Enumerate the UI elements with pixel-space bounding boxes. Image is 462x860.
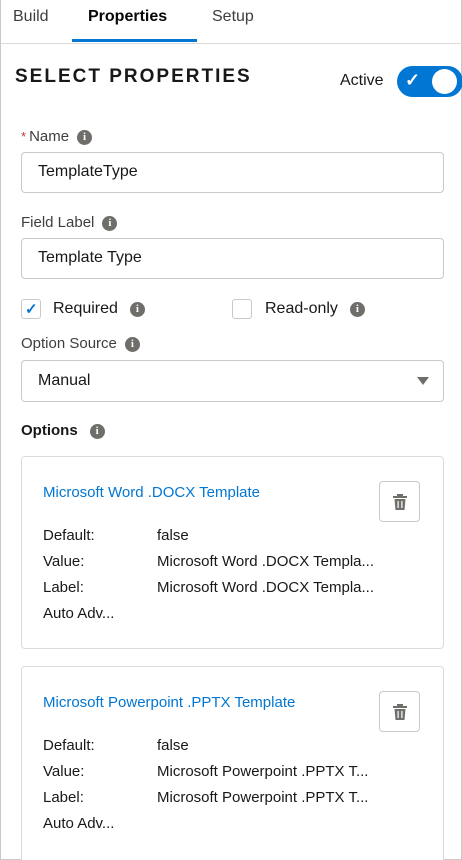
trash-icon [393,494,407,510]
info-icon[interactable]: i [77,130,93,145]
active-toggle-label: Active [340,72,384,89]
active-tab-indicator [72,39,197,42]
name-field-label: * Name i [21,128,93,145]
tab-build[interactable]: Build [13,8,49,26]
toggle-knob [432,69,457,94]
tab-properties[interactable]: Properties [88,8,167,26]
row-key: Default: [43,737,95,754]
option-value-row: Value: Microsoft Word .DOCX Templa... [43,553,374,570]
tab-bar: Build Properties Setup [1,0,462,44]
row-value: false [157,737,189,754]
option-label-row: Label: Microsoft Powerpoint .PPTX T... [43,789,368,806]
row-value: Microsoft Word .DOCX Templa... [157,579,375,596]
option-source-select[interactable]: Manual [21,360,444,402]
option-card-title[interactable]: Microsoft Powerpoint .PPTX Template [43,694,295,711]
option-auto-row: Auto Adv... [43,605,115,622]
check-icon: ✓ [25,301,38,318]
trash-icon [393,704,407,720]
option-card-title[interactable]: Microsoft Word .DOCX Template [43,484,260,501]
info-icon[interactable]: i [89,424,105,439]
option-card: Microsoft Powerpoint .PPTX Template Defa… [21,666,444,860]
name-label-text: Name [29,128,70,145]
required-indicator: * [21,129,27,144]
check-icon: ✓ [405,70,421,90]
row-key: Label: [43,789,84,806]
field-label-input[interactable]: Template Type [21,238,444,279]
info-icon[interactable]: i [102,216,118,231]
properties-panel: Build Properties Setup SELECT PROPERTIES… [0,0,462,860]
option-source-value: Manual [38,372,91,389]
row-value: false [157,527,189,544]
active-toggle[interactable]: ✓ [397,66,462,97]
row-value: Microsoft Word .DOCX Templa... [157,553,375,570]
row-key: Value: [43,553,85,570]
tab-setup[interactable]: Setup [212,8,254,26]
option-source-label-text: Option Source [21,335,117,352]
readonly-checkbox-label: Read-only i [265,300,365,318]
option-default-row: Default: false [43,527,189,544]
chevron-down-icon [417,377,429,385]
required-checkbox-label: Required i [53,300,145,318]
row-key: Label: [43,579,84,596]
delete-option-button[interactable] [379,691,420,732]
option-label-row: Label: Microsoft Word .DOCX Templa... [43,579,374,596]
info-icon[interactable]: i [349,302,365,317]
row-value: Microsoft Powerpoint .PPTX T... [157,789,369,806]
option-default-row: Default: false [43,737,189,754]
row-key: Default: [43,527,95,544]
info-icon[interactable]: i [124,337,140,352]
options-heading: Options i [21,422,105,439]
option-value-row: Value: Microsoft Powerpoint .PPTX T... [43,763,368,780]
required-checkbox[interactable]: ✓ [21,299,41,319]
field-label-text: Field Label [21,214,95,231]
name-input[interactable]: TemplateType [21,152,444,193]
option-card: Microsoft Word .DOCX Template Default: fa… [21,456,444,649]
row-key: Value: [43,763,85,780]
readonly-checkbox[interactable] [232,299,252,319]
required-label-text: Required [53,300,118,317]
delete-option-button[interactable] [379,481,420,522]
option-auto-row: Auto Adv... [43,815,115,832]
section-title: SELECT PROPERTIES [15,66,252,87]
field-label-label: Field Label i [21,214,118,231]
readonly-label-text: Read-only [265,300,338,317]
option-source-label: Option Source i [21,335,140,352]
options-title-text: Options [21,422,78,439]
row-value: Microsoft Powerpoint .PPTX T... [157,763,369,780]
info-icon[interactable]: i [129,302,145,317]
